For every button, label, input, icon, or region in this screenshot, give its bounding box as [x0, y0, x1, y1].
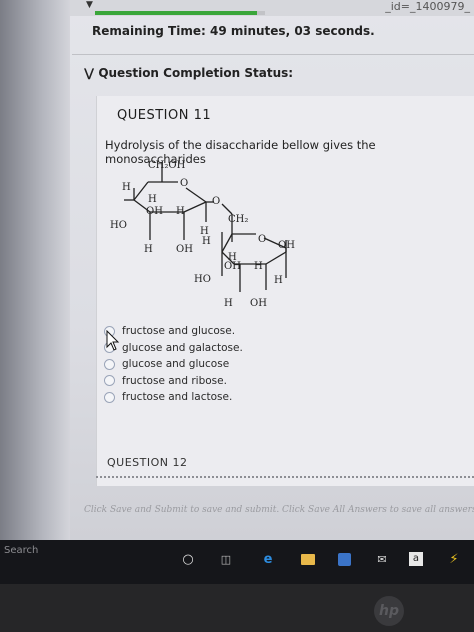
answer-option[interactable]: glucose and glucose [104, 356, 243, 373]
h-label: H [224, 298, 233, 309]
timer-progress-fill [95, 11, 257, 15]
chevron-down-icon: ⋁ [84, 66, 95, 80]
ring-oxygen-label: O [258, 234, 266, 245]
answer-option[interactable]: fructose and ribose. [104, 373, 243, 390]
oh-label: OH [176, 244, 193, 255]
oh-label: OH [146, 206, 163, 217]
ho-label: HO [194, 274, 211, 285]
disaccharide-structure: CH₂OH O H H OH H HO H OH O CH₂ O H H OH … [110, 160, 295, 309]
answer-option[interactable]: fructose and lactose. [104, 389, 243, 406]
answer-option-label: glucose and galactose. [122, 341, 243, 354]
store-icon[interactable] [334, 549, 354, 569]
answer-option-label: fructose and lactose. [122, 391, 233, 404]
answer-option[interactable]: glucose and galactose. [104, 340, 243, 357]
question-completion-status[interactable]: ⋁ Question Completion Status: [84, 66, 293, 80]
hp-logo-icon: hp [374, 596, 404, 626]
mail-icon[interactable]: ✉ [372, 549, 392, 569]
timer-progress-bar [95, 11, 265, 15]
amazon-icon[interactable]: a [406, 549, 426, 569]
oh-label: OH [250, 298, 267, 309]
answer-options: fructose and glucose. glucose and galact… [104, 323, 243, 406]
answer-option[interactable]: fructose and glucose. [104, 323, 243, 340]
lightning-icon[interactable]: ⚡ [444, 549, 464, 569]
answer-option-label: fructose and glucose. [122, 325, 236, 338]
h-label: H [202, 236, 211, 247]
ho-label: HO [110, 220, 127, 231]
h-label: H [144, 244, 153, 255]
oh-label: OH [224, 261, 241, 272]
oh-label: OH [278, 240, 295, 251]
answer-option-label: glucose and glucose [122, 358, 230, 371]
next-question-title: QUESTION 12 [107, 456, 188, 469]
h-label: H [148, 194, 157, 205]
truncated-question-text [96, 476, 474, 478]
left-panel-edge [0, 0, 70, 540]
radio-button[interactable] [104, 358, 115, 370]
answer-option-label: fructose and ribose. [122, 374, 227, 387]
mouse-cursor-icon [106, 330, 120, 351]
radio-button[interactable] [104, 391, 115, 403]
question-title: QUESTION 11 [117, 108, 212, 123]
search-label: Search [4, 545, 39, 556]
browser-viewport: ▼ _id=_1400979_ Remaining Time: 49 minut… [0, 0, 474, 540]
taskbar-search[interactable]: Search [0, 540, 150, 568]
h-label: H [122, 182, 131, 193]
task-view-icon[interactable]: ◫ [216, 549, 236, 569]
file-explorer-icon[interactable] [298, 549, 318, 569]
glycosidic-oxygen-label: O [212, 196, 220, 207]
h-label: H [274, 275, 283, 286]
edge-browser-icon[interactable]: e [258, 549, 278, 569]
h-label: H [176, 206, 185, 217]
chevron-down-icon[interactable]: ▼ [86, 0, 93, 10]
remaining-time: Remaining Time: 49 minutes, 03 seconds. [92, 24, 375, 38]
radio-button[interactable] [104, 375, 115, 387]
url-fragment: _id=_1400979_ [385, 0, 470, 13]
completion-status-label: Question Completion Status: [98, 66, 294, 80]
divider [72, 54, 474, 55]
ring-oxygen-label: O [180, 178, 188, 189]
ch2oh-label: CH₂OH [148, 160, 186, 171]
h-label: H [254, 261, 263, 272]
cortana-icon[interactable]: ○ [178, 549, 198, 569]
ch2-label: CH₂ [228, 214, 248, 225]
save-submit-hint: Click Save and Submit to save and submit… [84, 505, 474, 515]
